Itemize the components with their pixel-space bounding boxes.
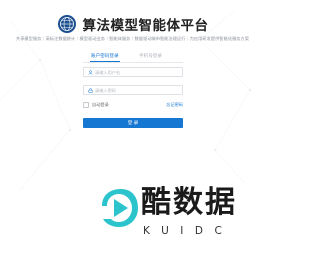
password-field bbox=[83, 85, 183, 95]
platform-subtitle: 共享模型服务｜高标注数据统计｜模型驱动业务｜智能体服务｜数据驱动城市智能治理运行… bbox=[15, 36, 250, 41]
login-options-row: 自动登录 忘记密码 bbox=[83, 102, 183, 109]
lock-icon bbox=[88, 88, 93, 93]
remember-label: 自动登录 bbox=[92, 102, 109, 107]
forgot-password-link[interactable]: 忘记密码 bbox=[166, 102, 183, 108]
play-arrow-logo bbox=[102, 189, 138, 227]
remember-checkbox[interactable] bbox=[83, 102, 89, 108]
user-icon bbox=[88, 70, 93, 75]
brand: 算法模型智能体平台 bbox=[57, 14, 209, 34]
watermark-subtext: KUIDC bbox=[143, 225, 234, 237]
password-input[interactable] bbox=[95, 86, 181, 94]
tab-account-password[interactable]: 账户密码登录 bbox=[90, 53, 120, 62]
login-button[interactable]: 登 录 bbox=[83, 118, 183, 128]
watermark: 酷数据 KUIDC bbox=[96, 183, 265, 259]
remember-me[interactable]: 自动登录 bbox=[83, 102, 109, 108]
username-field bbox=[83, 67, 183, 77]
page-title: 算法模型智能体平台 bbox=[82, 18, 209, 33]
username-input[interactable] bbox=[95, 68, 181, 76]
tab-divider bbox=[83, 62, 183, 63]
tab-phone[interactable]: 手机号登录 bbox=[139, 53, 162, 59]
watermark-text: 酷数据 bbox=[141, 185, 237, 220]
globe-emblem-icon bbox=[57, 15, 76, 33]
